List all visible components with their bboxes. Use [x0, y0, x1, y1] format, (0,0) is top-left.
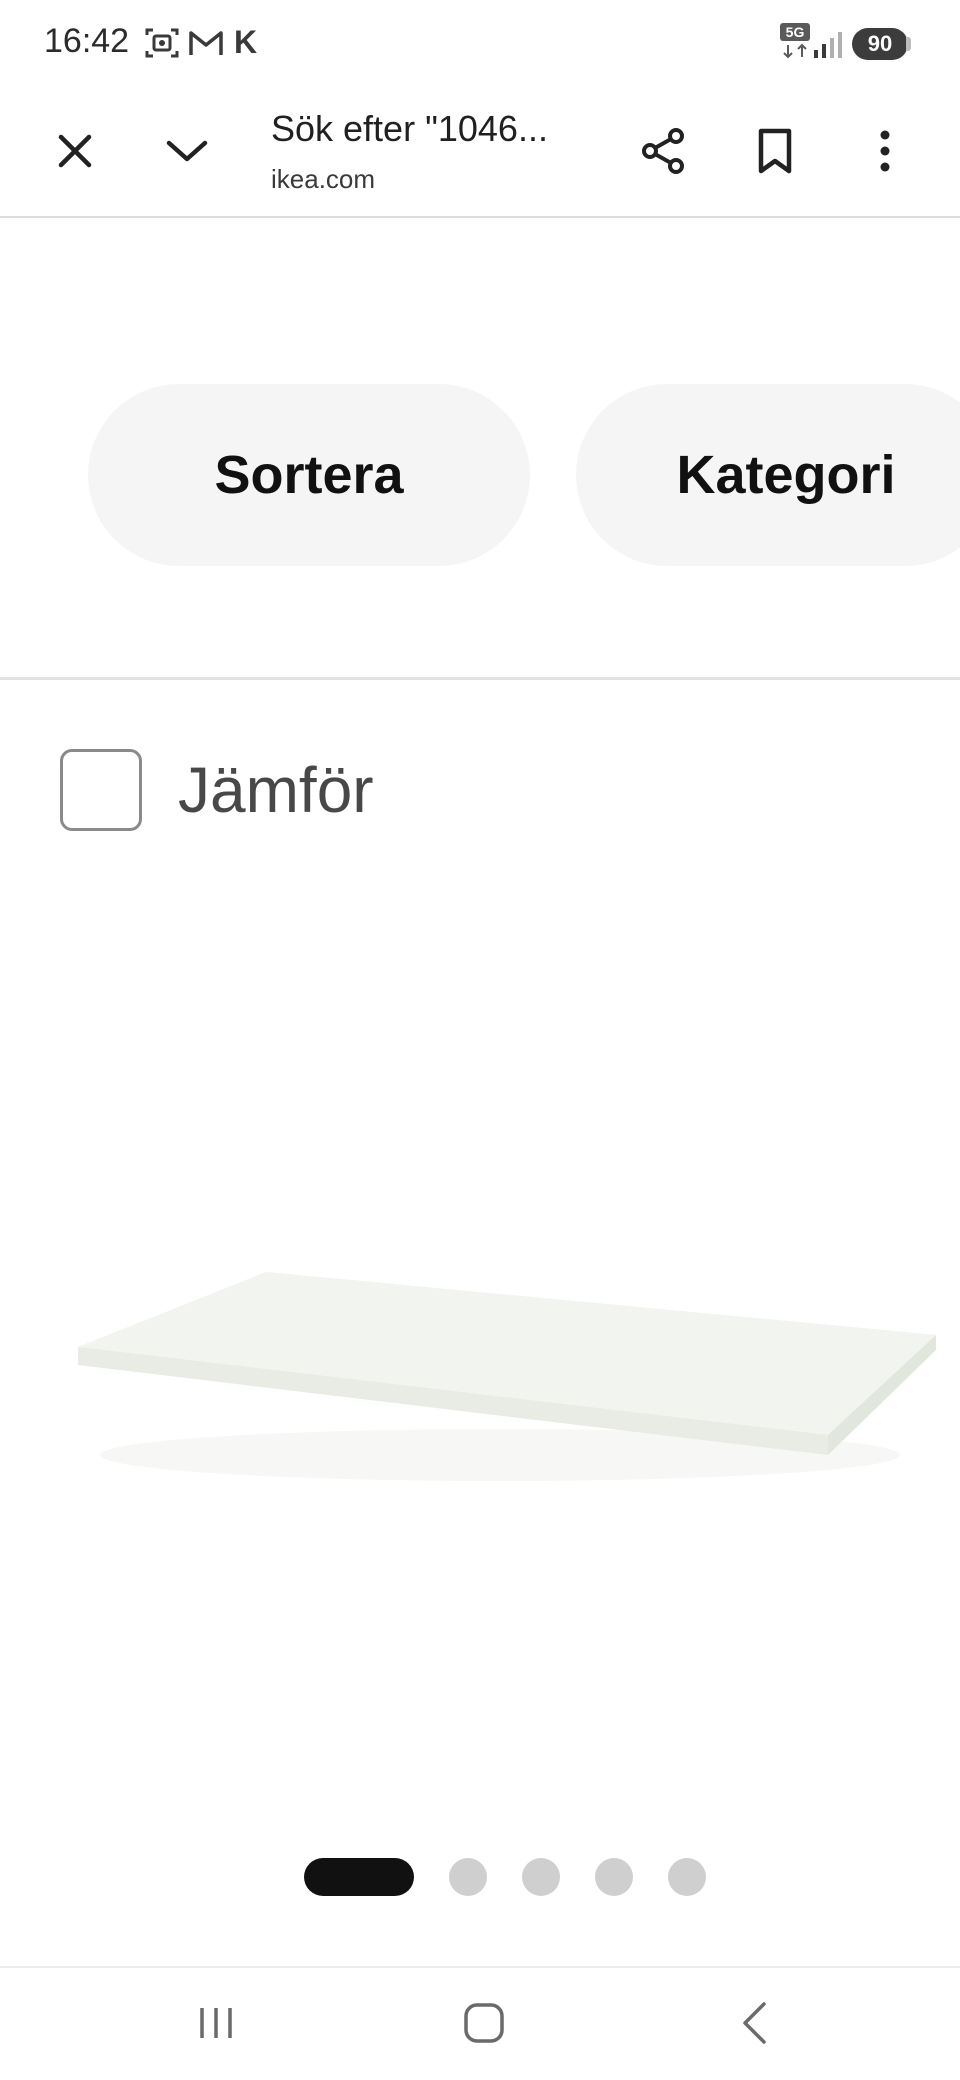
- pagination-dot-5[interactable]: [668, 1858, 706, 1896]
- bookmark-button[interactable]: [740, 118, 810, 188]
- pagination-dot-2[interactable]: [449, 1858, 487, 1896]
- category-button[interactable]: Kategori: [576, 384, 960, 566]
- browser-toolbar: Sök efter "1046... ikea.com: [0, 88, 960, 218]
- home-icon: [463, 2002, 505, 2049]
- recent-apps-button[interactable]: [176, 1990, 256, 2060]
- more-vertical-icon: [879, 129, 891, 178]
- share-button[interactable]: [628, 118, 698, 188]
- minimize-button[interactable]: [152, 118, 222, 188]
- page-url: ikea.com: [271, 164, 376, 194]
- pagination-dot-4[interactable]: [595, 1858, 633, 1896]
- signal-icon: [812, 28, 844, 62]
- battery-indicator: 90: [852, 28, 908, 60]
- battery-nub: [906, 37, 911, 51]
- compare-toggle[interactable]: Jämför: [60, 748, 374, 832]
- svg-text:5G: 5G: [786, 24, 805, 40]
- close-button[interactable]: [40, 118, 110, 188]
- home-button[interactable]: [444, 1990, 524, 2060]
- status-time: 16:42: [44, 22, 130, 60]
- page-title: Sök efter "1046...: [271, 108, 548, 149]
- sort-button[interactable]: Sortera: [88, 384, 530, 566]
- gmail-icon: [188, 26, 224, 60]
- screenshot-icon: [144, 26, 180, 60]
- more-menu-button[interactable]: [850, 118, 920, 188]
- compare-label: Jämför: [178, 754, 374, 826]
- system-nav-bar: [0, 1966, 960, 2080]
- back-icon: [740, 2001, 768, 2050]
- filter-bar: Sortera Kategori: [0, 218, 960, 680]
- recent-apps-icon: [196, 2005, 236, 2046]
- status-bar: 16:42 K 5G 90: [0, 0, 960, 88]
- status-carrier: K: [234, 24, 258, 60]
- bookmark-icon: [756, 128, 794, 179]
- product-image[interactable]: [60, 1250, 940, 1510]
- share-icon: [639, 127, 687, 180]
- back-button[interactable]: [714, 1990, 794, 2060]
- pagination-dot-1[interactable]: [304, 1858, 414, 1896]
- close-icon: [55, 131, 95, 176]
- compare-checkbox[interactable]: [60, 749, 142, 831]
- chevron-down-icon: [165, 137, 209, 170]
- pagination-dot-3[interactable]: [522, 1858, 560, 1896]
- image-pagination: [0, 1856, 960, 1896]
- network-5g-icon: 5G: [780, 23, 812, 59]
